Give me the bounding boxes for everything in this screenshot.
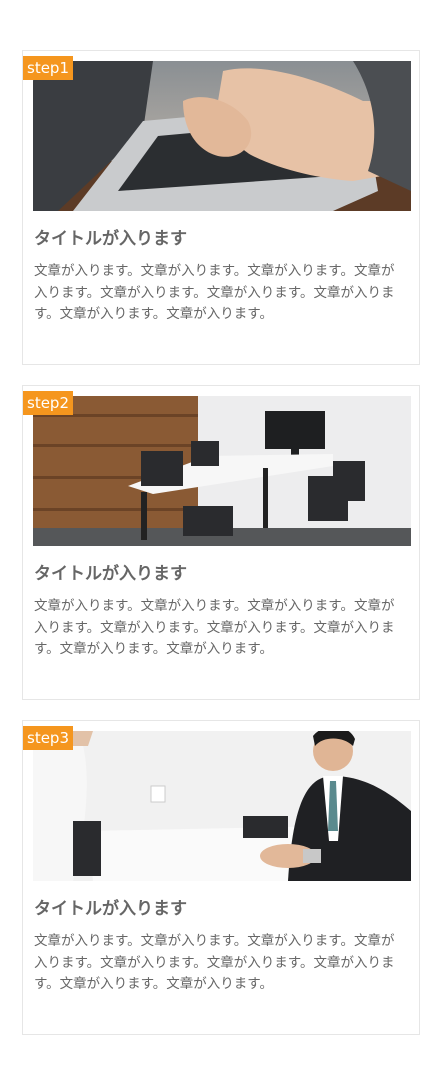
- interview-image: [33, 731, 411, 881]
- step-card-1: step1 タイトルが入ります 文章が入ります。文章が入ります。文章が入ります。…: [22, 50, 420, 365]
- meeting-room-image: [33, 396, 411, 546]
- laptop-typing-photo: [33, 61, 411, 211]
- step-badge: step1: [23, 56, 73, 80]
- step-title: タイトルが入ります: [34, 564, 187, 584]
- step-title: タイトルが入ります: [34, 229, 187, 249]
- step-badge: step2: [23, 391, 73, 415]
- interview-photo: [33, 731, 411, 881]
- step-text: 文章が入ります。文章が入ります。文章が入ります。文章が入ります。文章が入ります。…: [34, 263, 395, 322]
- step-card-3: step3 タイトルが入ります 文章が入ります。文章が入ります。文章が入ります。…: [22, 720, 420, 1035]
- step-text: 文章が入ります。文章が入ります。文章が入ります。文章が入ります。文章が入ります。…: [34, 598, 395, 657]
- meeting-room-photo: [33, 396, 411, 546]
- step-card-2: step2 タイトルが入ります 文章が入ります。文章が入ります。文章が入ります。…: [22, 385, 420, 700]
- step-badge: step3: [23, 726, 73, 750]
- step-title: タイトルが入ります: [34, 899, 187, 919]
- step-text: 文章が入ります。文章が入ります。文章が入ります。文章が入ります。文章が入ります。…: [34, 933, 395, 992]
- laptop-typing-image: [33, 61, 411, 211]
